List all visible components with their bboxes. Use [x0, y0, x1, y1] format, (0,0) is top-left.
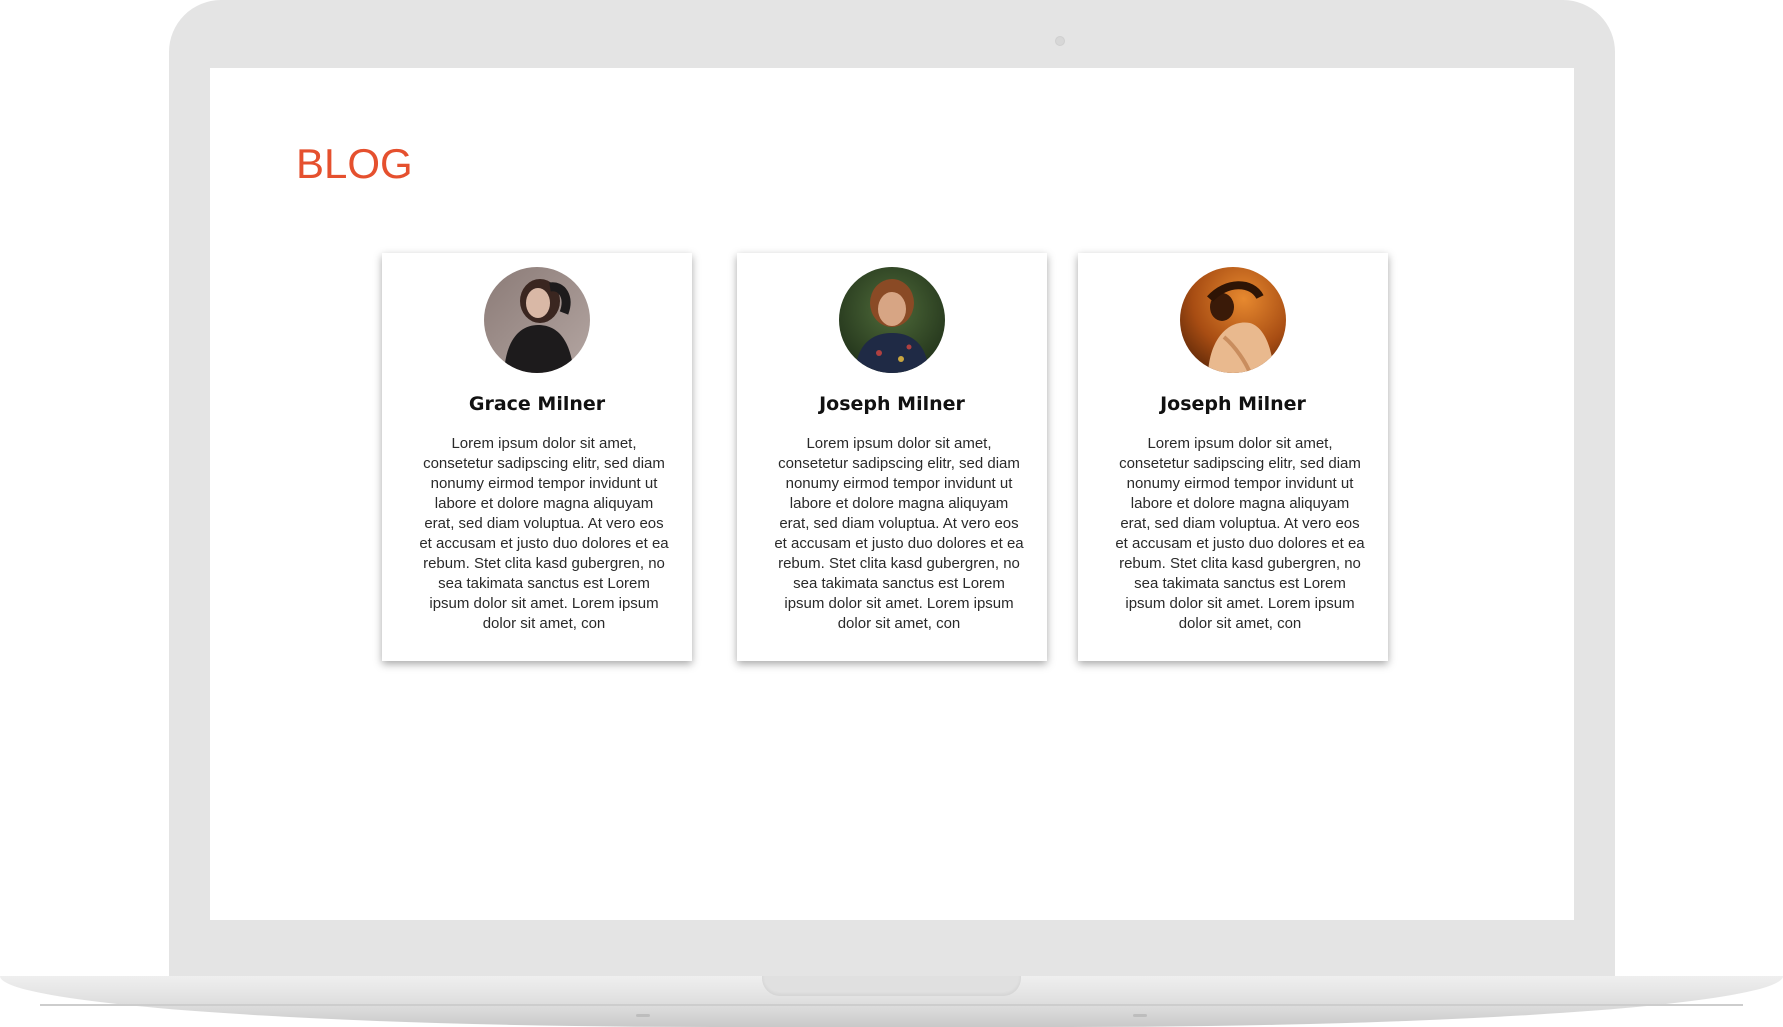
camera-icon [1055, 36, 1065, 46]
laptop-foot [636, 1014, 650, 1017]
author-name: Grace Milner [468, 393, 606, 415]
laptop-screen: BLOG Grace Milner Lorem ipsum dolor sit … [210, 68, 1574, 920]
blog-card-list: Grace Milner Lorem ipsum dolor sit amet,… [382, 253, 1392, 663]
blog-card[interactable]: Grace Milner Lorem ipsum dolor sit amet,… [382, 253, 692, 661]
card-excerpt: Lorem ipsum dolor sit amet, consetetur s… [774, 435, 1024, 632]
laptop-mockup: BLOG Grace Milner Lorem ipsum dolor sit … [0, 0, 1783, 1027]
avatar [484, 267, 590, 373]
card-excerpt: Lorem ipsum dolor sit amet, consetetur s… [1115, 435, 1365, 632]
blog-card[interactable]: Joseph Milner Lorem ipsum dolor sit amet… [737, 253, 1047, 661]
person-photo-icon [839, 267, 945, 373]
avatar [1180, 267, 1286, 373]
person-photo-icon [484, 267, 590, 373]
base-edge [40, 1004, 1743, 1006]
author-name: Joseph Milner [819, 393, 965, 415]
page-title: BLOG [296, 140, 413, 187]
blog-card[interactable]: Joseph Milner Lorem ipsum dolor sit amet… [1078, 253, 1388, 661]
person-photo-icon [1180, 267, 1286, 373]
laptop-foot [1133, 1014, 1147, 1017]
author-name: Joseph Milner [1160, 393, 1306, 415]
card-excerpt: Lorem ipsum dolor sit amet, consetetur s… [419, 435, 669, 632]
laptop-base [0, 976, 1783, 1027]
trackpad-notch [762, 976, 1021, 996]
avatar [839, 267, 945, 373]
